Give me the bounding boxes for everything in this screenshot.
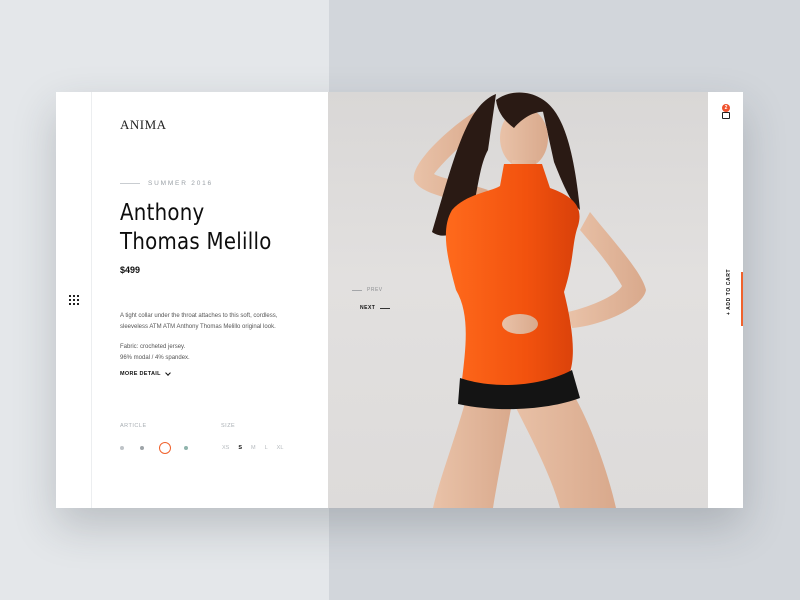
more-detail-label: MORE DETAIL (120, 371, 161, 377)
fabric-line: Fabric: crocheted jersey. (120, 344, 186, 350)
prev-button[interactable]: PREV (352, 287, 383, 293)
brand-logo[interactable]: ANIMA (120, 117, 167, 133)
size-option-xs[interactable]: XS (222, 445, 229, 451)
next-button[interactable]: NEXT (360, 305, 391, 311)
size-option-m[interactable]: M (251, 445, 256, 451)
size-options: XS S M L XL (222, 445, 283, 451)
cart-count-badge: 2 (722, 104, 730, 112)
left-rail (56, 92, 92, 508)
composition-line: 96% modal / 4% spandex. (120, 355, 190, 361)
next-line (380, 307, 391, 309)
product-fabric: Fabric: crocheted jersey. 96% modal / 4%… (120, 342, 190, 364)
product-title-line1: Anthony (120, 200, 205, 226)
season-label: SUMMER 2016 (120, 180, 213, 187)
more-detail-button[interactable]: MORE DETAIL (120, 370, 171, 377)
product-photo: PREV NEXT (328, 92, 708, 508)
prev-line (352, 289, 362, 291)
article-label: ARTICLE (120, 423, 147, 429)
size-option-s[interactable]: S (238, 445, 242, 451)
product-info-panel: ANIMA SUMMER 2016 Anthony Thomas Melillo… (92, 92, 328, 508)
article-swatch[interactable] (120, 446, 124, 450)
size-label: SIZE (221, 423, 236, 429)
add-to-cart-accent-bar (741, 272, 743, 326)
season-divider (120, 183, 140, 184)
product-title-line2: Thomas Melillo (120, 229, 272, 255)
add-to-cart-button[interactable]: + ADD TO CART (726, 262, 734, 322)
right-rail: 2 + ADD TO CART (708, 92, 743, 508)
article-swatches (120, 442, 200, 454)
grid-menu-icon[interactable] (69, 295, 79, 305)
season-text: SUMMER 2016 (148, 180, 213, 187)
cart-icon[interactable]: 2 (721, 104, 731, 119)
article-swatch[interactable] (140, 446, 144, 450)
prev-label: PREV (367, 287, 383, 293)
size-option-l[interactable]: L (265, 445, 268, 451)
model-image (413, 92, 646, 508)
product-title: Anthony Thomas Melillo (120, 199, 272, 257)
next-label: NEXT (360, 305, 376, 311)
article-swatch-selected[interactable] (159, 442, 171, 454)
product-price: $499 (120, 265, 141, 275)
shopping-bag-icon (722, 112, 730, 119)
chevron-down-icon (164, 370, 171, 376)
size-option-xl[interactable]: XL (277, 445, 284, 451)
product-description: A tight collar under the throat attaches… (120, 313, 278, 330)
product-card: ANIMA SUMMER 2016 Anthony Thomas Melillo… (56, 92, 743, 508)
article-swatch[interactable] (184, 446, 188, 450)
